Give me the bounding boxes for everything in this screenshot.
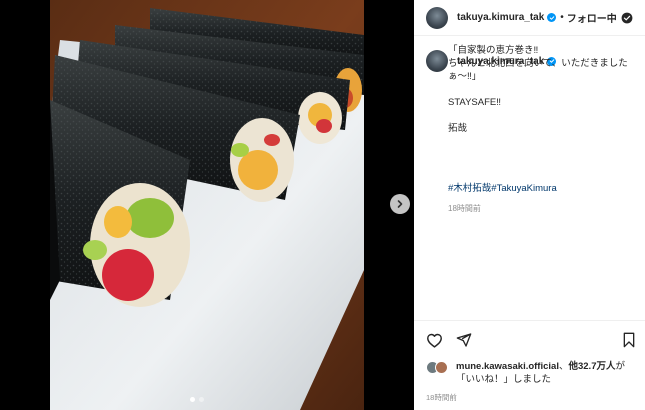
post-photo[interactable] [0,0,414,410]
liker-username[interactable]: mune.kawasaki.official [456,361,559,372]
verified-badge-icon [547,13,557,22]
ehomaki-sushi-photo [0,0,414,410]
post-actions [414,320,645,360]
share-icon[interactable] [456,332,472,348]
carousel-dot [190,397,195,402]
post-side-panel: takuya.kimura_tak • フォロー中 takuya.kimura_… [414,0,645,410]
liker-avatars [426,361,452,374]
bookmark-icon[interactable] [622,332,636,348]
carousel-indicator [190,397,204,402]
following-button[interactable]: フォロー中 [567,10,617,25]
following-check-icon[interactable] [621,12,633,24]
avatar[interactable] [426,6,448,29]
carousel-dot [199,397,204,402]
heart-icon[interactable] [426,332,443,349]
caption-hashtags[interactable]: #木村拓哉#TakuyaKimura [448,180,557,194]
likes-suffix-line: 「いいね！」しました [456,374,552,385]
avatar[interactable] [426,50,448,72]
caption-text: 「自家製の恵方巻き‼︎ ちゃんと北北西を向いて、いただきましたぁ〜‼︎」 STA… [448,45,628,134]
likes-summary: mune.kawasaki.official、他32.7万人が 「いいね！」しま… [426,360,641,386]
caption-timestamp: 18時間前 [448,204,481,213]
post-timestamp: 18時間前 [426,393,457,402]
likes-suffix: が [615,361,625,372]
post-header: takuya.kimura_tak • フォロー中 [414,0,645,36]
username-link[interactable]: takuya.kimura_tak [457,12,544,23]
chevron-right-icon [397,200,403,208]
avatar [435,361,448,374]
separator-dot: • [560,12,564,23]
carousel-next-button[interactable] [390,194,410,214]
likes-count[interactable]: 他32.7万人 [568,361,615,372]
